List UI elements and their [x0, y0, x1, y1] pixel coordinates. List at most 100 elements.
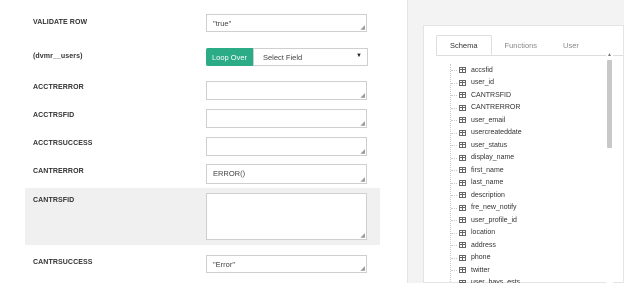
schema-scrollbar-thumb[interactable] — [607, 60, 612, 148]
acctrerror-input[interactable]: ◢ — [206, 81, 367, 100]
schema-item-label: display_name — [471, 154, 515, 162]
schema-item[interactable]: location — [451, 227, 608, 240]
acctrsfid-input[interactable]: ◢ — [206, 109, 367, 128]
schema-tree: accsfid user_id CANTRSFID CANTRERROR use… — [450, 64, 608, 283]
schema-item-label: usercreateddate — [471, 129, 522, 137]
schema-item-label: twitter — [471, 266, 490, 274]
chevron-down-icon: ▼ — [356, 53, 362, 59]
schema-item[interactable]: accsfid — [451, 64, 608, 77]
schema-item[interactable]: usercreateddate — [451, 127, 608, 140]
row-dvmr-users: (dvmr__users) Loop Over Select Field ▼ — [25, 44, 380, 70]
cantrsuccess-input[interactable]: "Error" ◢ — [206, 255, 367, 273]
table-icon — [459, 129, 466, 136]
schema-item-label: accsfid — [471, 66, 493, 74]
table-icon — [459, 254, 466, 261]
row-acctrsuccess: ACCTRSUCCESS ◢ — [25, 132, 380, 158]
field-label: CANTRSFID — [33, 197, 75, 204]
resize-grip-icon[interactable]: ◢ — [360, 93, 365, 99]
schema-item[interactable]: user_bays_ests — [451, 277, 608, 283]
field-label: ACCTRSUCCESS — [33, 140, 93, 147]
field-label: (dvmr__users) — [33, 53, 83, 60]
resize-grip-icon[interactable]: ◢ — [360, 25, 365, 31]
schema-item-label: location — [471, 229, 496, 237]
table-icon — [459, 104, 466, 111]
schema-item[interactable]: phone — [451, 252, 608, 265]
row-cantrerror: CANTRERROR ERROR() ◢ — [25, 160, 380, 186]
table-icon — [459, 167, 466, 174]
table-icon — [459, 217, 466, 224]
schema-item[interactable]: user_profile_id — [451, 214, 608, 227]
schema-item[interactable]: user_status — [451, 139, 608, 152]
schema-item-label: user_bays_ests — [471, 279, 521, 283]
row-acctrsfid: ACCTRSFID ◢ — [25, 104, 380, 130]
table-icon — [459, 179, 466, 186]
select-field-dropdown[interactable]: Select Field ▼ — [253, 48, 368, 66]
cantrsfid-input[interactable]: ◢ — [206, 193, 367, 240]
table-icon — [459, 229, 466, 236]
schema-item-label: user_email — [471, 116, 506, 124]
field-value: ERROR() — [213, 169, 246, 178]
row-cantrsfid: CANTRSFID ◢ — [25, 188, 380, 245]
schema-item[interactable]: user_id — [451, 77, 608, 90]
schema-item-label: description — [471, 191, 505, 199]
schema-item[interactable]: fre_new_notify — [451, 202, 608, 215]
validate-row-input[interactable]: "true" ◢ — [206, 14, 367, 32]
field-mapping-panel: VALIDATE ROW "true" ◢ (dvmr__users) Loop… — [0, 0, 408, 283]
schema-item[interactable]: first_name — [451, 164, 608, 177]
schema-item-label: CANTRSFID — [471, 91, 512, 99]
schema-item-label: CANTRERROR — [471, 104, 521, 112]
select-value: Select Field — [263, 52, 303, 62]
resize-grip-icon[interactable]: ◢ — [360, 177, 365, 183]
field-value: "Error" — [213, 260, 235, 269]
schema-item[interactable]: twitter — [451, 264, 608, 277]
table-icon — [459, 242, 466, 249]
schema-item[interactable]: address — [451, 239, 608, 252]
field-label: ACCTRSFID — [33, 112, 75, 119]
table-icon — [459, 142, 466, 149]
field-value: "true" — [213, 19, 232, 28]
table-icon — [459, 192, 466, 199]
schema-item-label: user_profile_id — [471, 216, 517, 224]
row-validate-row: VALIDATE ROW "true" ◢ — [25, 10, 380, 36]
tab-functions[interactable]: Functions — [492, 35, 551, 55]
field-label: CANTRERROR — [33, 168, 84, 175]
schema-item-label: address — [471, 241, 496, 249]
table-icon — [459, 117, 466, 124]
schema-item-label: phone — [471, 254, 491, 262]
schema-item[interactable]: display_name — [451, 152, 608, 165]
tab-divider — [436, 55, 623, 56]
row-acctrerror: ACCTRERROR ◢ — [25, 76, 380, 102]
tab-schema[interactable]: Schema — [436, 35, 492, 55]
schema-item[interactable]: last_name — [451, 177, 608, 190]
schema-item-label: user_id — [471, 79, 494, 87]
schema-item[interactable]: CANTRSFID — [451, 89, 608, 102]
schema-item[interactable]: CANTRERROR — [451, 102, 608, 115]
schema-panel: Schema Functions User accsfid user_id CA… — [423, 25, 624, 283]
schema-item-label: fre_new_notify — [471, 204, 517, 212]
resize-grip-icon[interactable]: ◢ — [360, 121, 365, 127]
scroll-up-icon[interactable]: ▲ — [606, 52, 613, 58]
field-label: ACCTRERROR — [33, 84, 84, 91]
cantrerror-input[interactable]: ERROR() ◢ — [206, 164, 367, 184]
acctrsuccess-input[interactable]: ◢ — [206, 137, 367, 156]
table-icon — [459, 204, 466, 211]
schema-item-label: first_name — [471, 166, 504, 174]
schema-item-label: user_status — [471, 141, 508, 149]
field-label: CANTRSUCCESS — [33, 259, 93, 266]
schema-item[interactable]: description — [451, 189, 608, 202]
table-icon — [459, 154, 466, 161]
loop-over-button[interactable]: Loop Over — [206, 48, 253, 66]
table-icon — [459, 267, 466, 274]
table-icon — [459, 79, 466, 86]
schema-item-label: last_name — [471, 179, 504, 187]
resize-grip-icon[interactable]: ◢ — [360, 266, 365, 272]
resize-grip-icon[interactable]: ◢ — [360, 149, 365, 155]
table-icon — [459, 92, 466, 99]
tab-user[interactable]: User — [550, 35, 592, 55]
row-cantrsuccess: CANTRSUCCESS "Error" ◢ — [25, 252, 380, 278]
resize-grip-icon[interactable]: ◢ — [360, 233, 365, 239]
schema-item[interactable]: user_email — [451, 114, 608, 127]
field-label: VALIDATE ROW — [33, 19, 88, 26]
table-icon — [459, 67, 466, 74]
schema-tabs: Schema Functions User — [436, 35, 592, 55]
